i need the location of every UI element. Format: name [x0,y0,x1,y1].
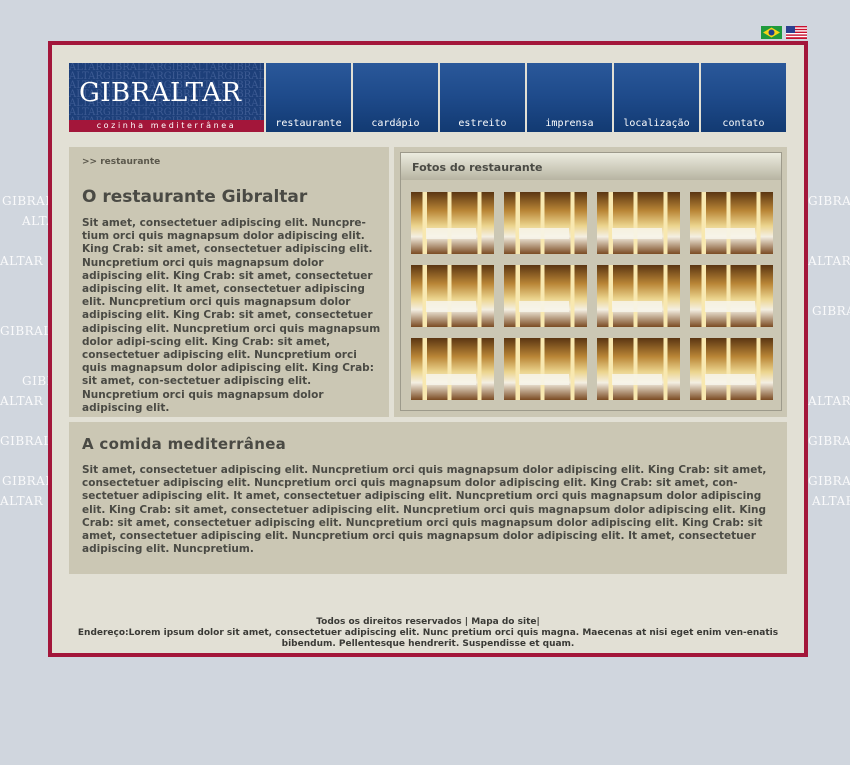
restaurant-photo-thumbnail[interactable] [504,338,587,400]
brazil-flag-icon[interactable] [761,26,782,39]
photos-panel: Fotos do restaurante [394,147,787,417]
nav-item-imprensa[interactable]: imprensa [527,63,612,132]
watermark-text: ALTAR [0,254,44,268]
restaurant-photo-thumbnail[interactable] [504,192,587,254]
logo-title: GIBRALTAR [79,78,242,108]
rights-link[interactable]: Todos os direitos reservados [316,617,461,627]
watermark-text: ALTAR [808,254,850,268]
watermark-text: ALTAR [808,394,850,408]
food-title: A comida mediterrânea [82,435,287,453]
restaurant-photo-thumbnail[interactable] [690,192,773,254]
nav-label: restaurante [275,118,342,129]
nav-item-restaurante[interactable]: restaurante [266,63,351,132]
footer-separator: | [536,617,540,627]
watermark-text: ALTAR [812,494,850,508]
watermark-text: ALTAR [0,494,44,508]
watermark-text: GIBRALTAR [808,474,850,488]
restaurant-photo-thumbnail[interactable] [597,192,680,254]
logo[interactable]: ALTARGIBRALTARGIBRALTARGIBRALTAR ALTARGI… [69,63,264,132]
watermark-text: GIBRALTAR [812,304,850,318]
nav-label: contato [722,118,765,129]
nav-label: cardápio [371,118,420,129]
nav-label: imprensa [545,118,594,129]
nav-item-contato[interactable]: contato [701,63,786,132]
restaurant-photo-thumbnail[interactable] [411,265,494,327]
intro-text: Sit amet, consectetuer adipiscing elit. … [82,217,381,414]
footer-separator: | [461,617,472,627]
photos-gallery: Fotos do restaurante [400,152,782,411]
restaurant-photo-thumbnail[interactable] [411,338,494,400]
footer: Todos os direitos reservados | Mapa do s… [69,617,787,650]
watermark-text: GIBRALTAR [808,194,850,208]
nav-item-estreito[interactable]: estreito [440,63,525,132]
restaurant-photo-thumbnail[interactable] [597,265,680,327]
page-frame: ALTARGIBRALTARGIBRALTARGIBRALTAR ALTARGI… [48,41,808,657]
nav-label: estreito [458,118,507,129]
main-nav: restaurante cardápio estreito imprensa l… [266,63,786,132]
breadcrumb: >> restaurante [82,157,161,167]
restaurant-photo-thumbnail[interactable] [597,338,680,400]
nav-item-localizacao[interactable]: localização [614,63,699,132]
restaurant-photo-thumbnail[interactable] [690,265,773,327]
us-flag-icon[interactable] [786,26,807,39]
language-selector [761,26,807,39]
restaurant-photo-thumbnail[interactable] [504,265,587,327]
footer-address: Endereço:Lorem ipsum dolor sit amet, con… [77,628,779,649]
photos-title: Fotos do restaurante [412,161,543,174]
nav-label: localização [623,118,690,129]
footer-links: Todos os direitos reservados | Mapa do s… [69,617,787,628]
watermark-text: ALTAR [0,394,44,408]
food-panel: A comida mediterrânea Sit amet, consecte… [69,422,787,574]
logo-subtitle: cozinha mediterrânea [69,120,264,132]
watermark-text: GIBRALTAR [808,434,850,448]
restaurant-photo-thumbnail[interactable] [411,192,494,254]
photos-header: Fotos do restaurante [401,153,781,180]
nav-item-cardapio[interactable]: cardápio [353,63,438,132]
intro-panel: >> restaurante O restaurante Gibraltar S… [69,147,389,417]
intro-title: O restaurante Gibraltar [82,187,308,207]
sitemap-link[interactable]: Mapa do site [471,617,536,627]
food-text: Sit amet, consectetuer adipiscing elit. … [82,464,767,556]
restaurant-photo-thumbnail[interactable] [690,338,773,400]
